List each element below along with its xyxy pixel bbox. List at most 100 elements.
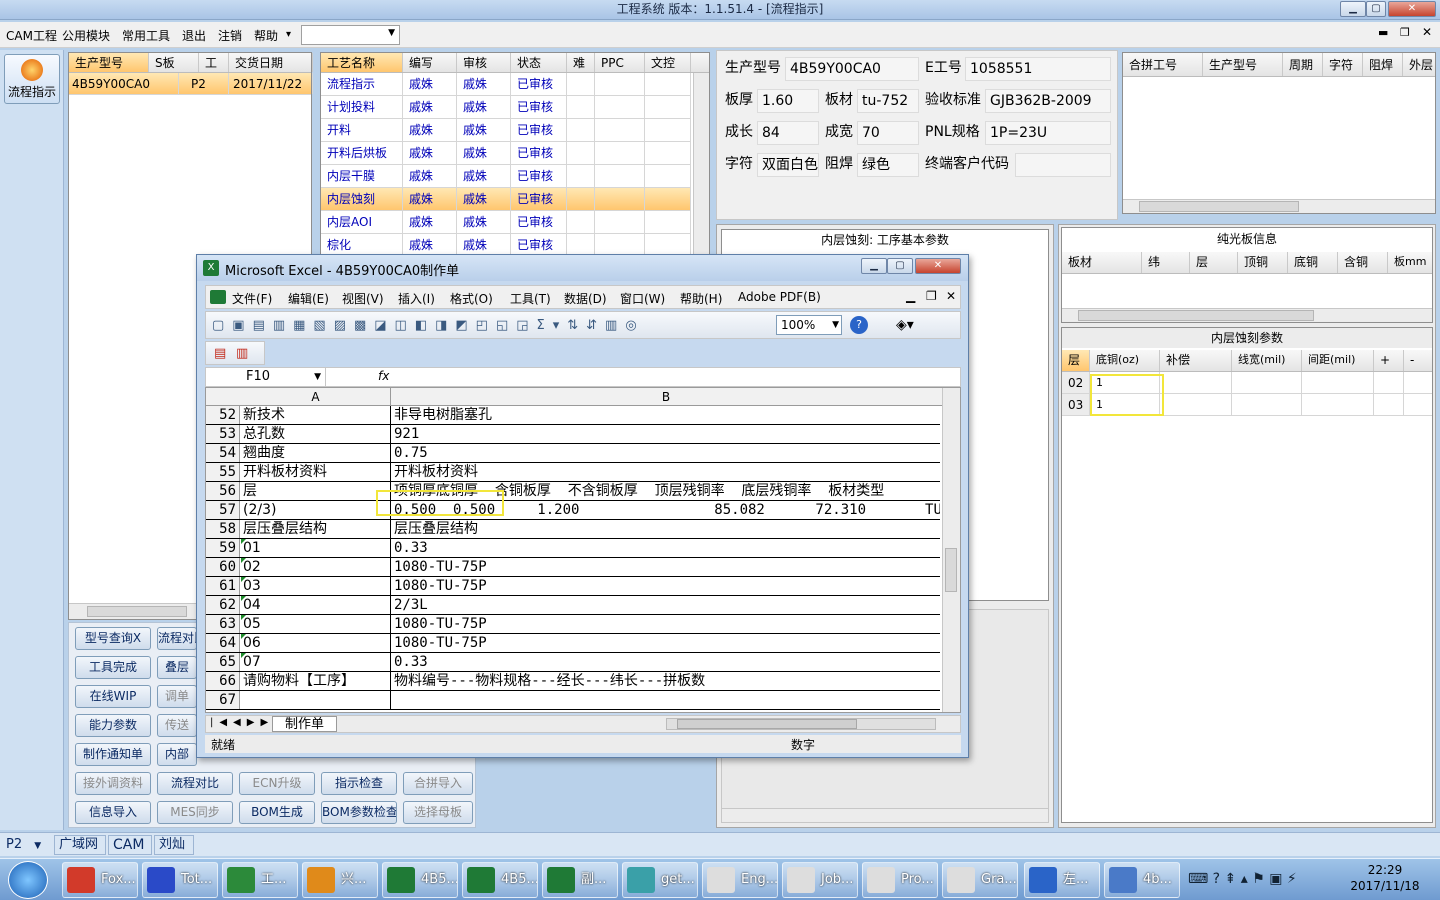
menu-common-module[interactable]: 公用模块 (62, 27, 110, 44)
sheet-row[interactable]: 57 (2/3) 0.500 0.500 1.200 85.082 72.310 T… (206, 501, 940, 520)
merge-hscrollbar[interactable] (1123, 199, 1435, 213)
select-master-button[interactable]: 选择母板 (403, 801, 473, 824)
sheet-row[interactable]: 64 06 1080-TU-75P (206, 634, 940, 653)
cell-a[interactable]: 01 (241, 539, 391, 557)
scroll-thumb[interactable] (87, 606, 187, 617)
taskbar-item[interactable]: Fox... (62, 862, 138, 898)
flow-compare-button[interactable]: 流程对比 (157, 772, 233, 795)
row-number[interactable]: 64 (206, 634, 240, 652)
cell-a[interactable]: 总孔数 (241, 425, 391, 443)
cell-b[interactable]: 开料板材资料 (392, 463, 940, 481)
internal-button[interactable]: 内部 (157, 743, 197, 766)
cell-a[interactable]: 05 (241, 615, 391, 633)
col-status[interactable]: 状态 (511, 53, 567, 72)
excel-doc-close-icon[interactable]: ✕ (946, 289, 956, 303)
excel-menu-edit[interactable]: 编辑(E) (288, 290, 329, 307)
process-vscrollbar[interactable] (693, 73, 709, 261)
row-number[interactable]: 56 (206, 482, 240, 500)
cell-a[interactable]: 04 (241, 596, 391, 614)
field-standard[interactable]: GJB362B-2009 (985, 89, 1111, 113)
sheet-row[interactable]: 61 03 1080-TU-75P (206, 577, 940, 596)
pdf-email-icon[interactable]: ▥ (236, 346, 248, 361)
cell-b[interactable]: 0.33 (392, 653, 940, 671)
cell-a[interactable] (241, 691, 391, 709)
cell-a[interactable]: 07 (241, 653, 391, 671)
excel-menu-data[interactable]: 数据(D) (564, 290, 607, 307)
sheet-vscrollbar[interactable] (942, 388, 960, 712)
cell-a[interactable]: 层压叠层结构 (241, 520, 391, 538)
cell-comp[interactable] (1160, 372, 1232, 393)
sheet-row[interactable]: 54 翘曲度 0.75 (206, 444, 940, 463)
field-material[interactable]: tu-752 (857, 89, 919, 113)
sheet-row[interactable]: 52 新技术 非导电树脂塞孔 (206, 406, 940, 425)
cell-sp[interactable] (1302, 394, 1374, 415)
row-number[interactable]: 62 (206, 596, 240, 614)
col-b-header[interactable]: B (392, 388, 940, 405)
instruction-check-button[interactable]: 指示检查 (321, 772, 397, 795)
excel-menu-format[interactable]: 格式(O) (450, 290, 493, 307)
cell-b[interactable] (392, 691, 940, 709)
stackup-button[interactable]: 叠层 (157, 656, 197, 679)
col-mask[interactable]: 阻焊 (1363, 53, 1403, 76)
col-writer[interactable]: 编写 (403, 53, 457, 72)
cell-b[interactable]: 1080-TU-75P (392, 615, 940, 633)
taskbar-item[interactable]: Pro... (862, 862, 938, 898)
mdi-close-icon[interactable]: ✕ (1422, 25, 1432, 39)
col-top-copper[interactable]: 顶铜 (1238, 252, 1288, 273)
cell-a[interactable]: 02 (241, 558, 391, 576)
field-width[interactable]: 70 (857, 121, 919, 145)
row-number[interactable]: 65 (206, 653, 240, 671)
menu-tools[interactable]: 常用工具 (122, 27, 170, 44)
cell-a[interactable]: 层 (241, 482, 391, 500)
excel-minimize-button[interactable]: ▁ (861, 258, 887, 274)
sheet-row[interactable]: 56 层项铜厚底铜厚 含铜板厚 不含铜板厚 顶层残铜率 底层残铜率 板材类型 (206, 482, 940, 501)
cell-a[interactable]: 开料板材资料 (241, 463, 391, 481)
sheet-row[interactable]: 55 开料板材资料 开料板材资料 (206, 463, 940, 482)
cell-plus[interactable] (1374, 394, 1404, 415)
tool-complete-button[interactable]: 工具完成 (75, 656, 151, 679)
sheet-row[interactable]: 63 05 1080-TU-75P (206, 615, 940, 634)
cell-a[interactable]: 翘曲度 (241, 444, 391, 462)
model-query-button[interactable]: 型号查询X (75, 627, 151, 650)
notice-button[interactable]: 制作通知单 (75, 743, 151, 766)
cell-comp[interactable] (1160, 394, 1232, 415)
taskbar-item[interactable]: 4B5... (462, 862, 538, 898)
row-number[interactable]: 52 (206, 406, 240, 424)
cell-a[interactable]: 新技术 (241, 406, 391, 424)
sheet-row[interactable]: 62 04 2/3L (206, 596, 940, 615)
plain-hscrollbar[interactable] (1062, 308, 1432, 322)
col-layer[interactable]: 层 (1062, 350, 1090, 371)
col-weft[interactable]: 纬 (1142, 252, 1190, 273)
cell-b[interactable]: 2/3L (392, 596, 940, 614)
cell-a[interactable]: 03 (241, 577, 391, 595)
taskbar-item[interactable]: 兴... (302, 862, 378, 898)
field-legend[interactable]: 双面白色 (757, 153, 819, 177)
menu-logout[interactable]: 注销 (218, 27, 242, 44)
etch-hscrollbar[interactable] (722, 808, 1048, 822)
sheet-grid[interactable]: A B 52 新技术 非导电树脂塞孔 53 总孔数 921 54 翘曲度 0.75 55 开料板材资… (205, 387, 961, 713)
row-number[interactable]: 61 (206, 577, 240, 595)
table-row[interactable]: 计划投料 戚姝 戚姝 已审核 (321, 96, 691, 119)
taskbar-item[interactable]: 4B5... (382, 862, 458, 898)
module-select[interactable]: ▼ (301, 25, 400, 45)
cell-b[interactable]: 1080-TU-75P (392, 558, 940, 576)
col-model[interactable]: 生产型号 (69, 53, 149, 72)
table-row[interactable]: 4B59Y00CA0 P2 2017/11/22 (69, 73, 313, 95)
pdf-convert-icon[interactable]: ▤ (214, 346, 226, 361)
cell-b[interactable]: 0.75 (392, 444, 940, 462)
col-bottom-copper[interactable]: 底铜 (1288, 252, 1338, 273)
table-row[interactable]: 内层干膜 戚姝 戚姝 已审核 (321, 165, 691, 188)
adjust-button[interactable]: 调单 (157, 685, 197, 708)
col-spacing[interactable]: 间距(mil) (1302, 350, 1374, 371)
bom-check-button[interactable]: BOM参数检查 (321, 801, 397, 824)
excel-doc-minimize-icon[interactable]: ▁ (906, 289, 915, 303)
field-customer[interactable] (1015, 153, 1111, 177)
sheet-row[interactable]: 66 请购物料【工序】 物料编号---物料规格---经长---纬长---拼板数 (206, 672, 940, 691)
sheet-row[interactable]: 58 层压叠层结构 层压叠层结构 (206, 520, 940, 539)
scroll-thumb[interactable] (1078, 310, 1314, 321)
help-icon[interactable]: ? (850, 316, 868, 334)
cell-sp[interactable] (1302, 372, 1374, 393)
capability-button[interactable]: 能力参数 (75, 714, 151, 737)
field-model[interactable]: 4B59Y00CA0 (785, 57, 919, 81)
sheet-row[interactable]: 65 07 0.33 (206, 653, 940, 672)
